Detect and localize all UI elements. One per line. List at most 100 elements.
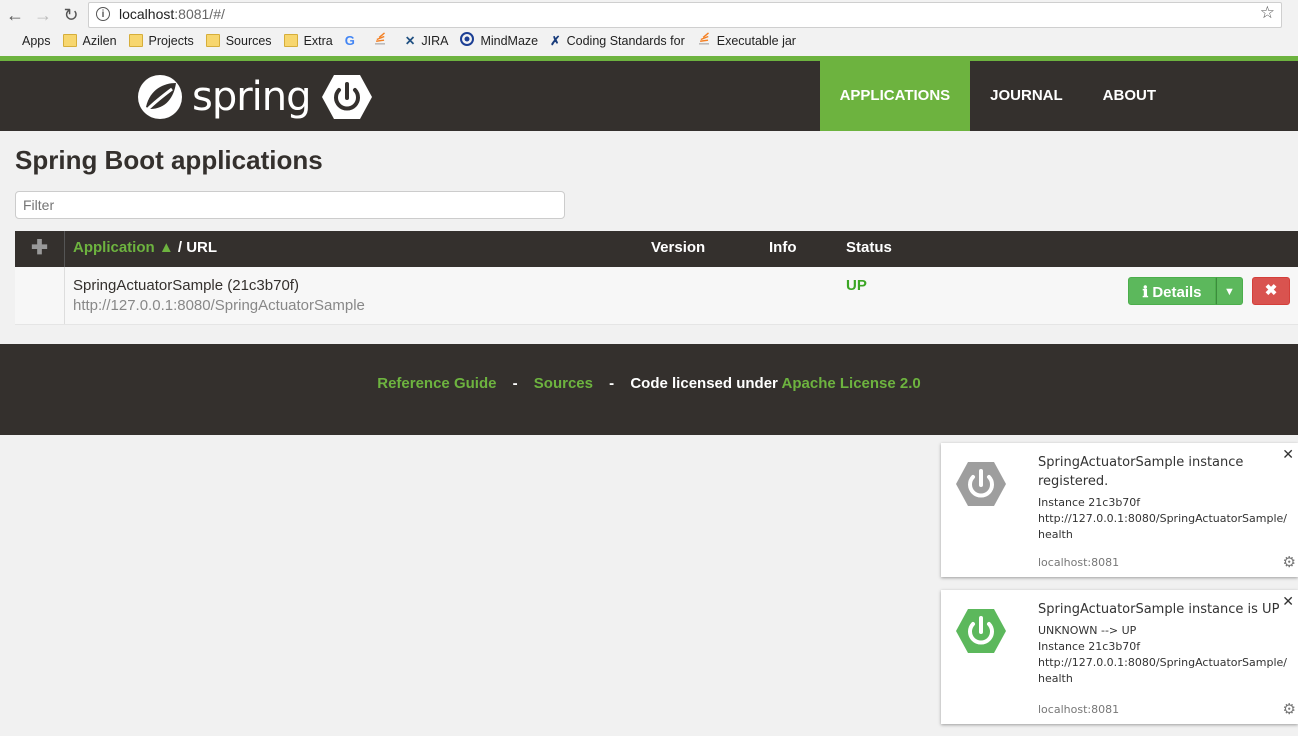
google-icon: G xyxy=(344,33,355,48)
notification-status-up[interactable]: SpringActuatorSample instance is UP UNKN… xyxy=(941,590,1298,724)
bookmark-label: Coding Standards for xyxy=(566,33,685,48)
notification-title: SpringActuatorSample instance is UP xyxy=(1038,602,1280,617)
spring-logo[interactable]: spring xyxy=(136,73,312,121)
spring-boot-power-icon xyxy=(956,608,1006,658)
header-url: / URL xyxy=(173,239,218,256)
reload-icon[interactable]: ↻ xyxy=(60,4,82,26)
details-label: Details xyxy=(1152,284,1202,301)
bookmark-sources[interactable]: Sources xyxy=(205,33,272,48)
applications-table: ✚ Application ▲ / URL Version Info Statu… xyxy=(15,231,1298,325)
table-row[interactable]: SpringActuatorSample (21c3b70f) http://1… xyxy=(15,267,1298,325)
header-application-url[interactable]: Application ▲ / URL xyxy=(73,231,217,265)
bookmark-label: Apps xyxy=(22,33,51,48)
notification-source: localhost:8081 xyxy=(1038,703,1120,716)
bookmark-label: JIRA xyxy=(421,33,449,48)
header-application-sort[interactable]: Application ▲ xyxy=(73,239,174,256)
nav-about[interactable]: ABOUT xyxy=(1083,61,1176,131)
bookmark-executable-jar[interactable]: Executable jar xyxy=(697,32,796,49)
bookmarks-bar: Apps Azilen Projects Sources Extra G ✕ J… xyxy=(4,32,808,49)
bookmark-label: Executable jar xyxy=(716,33,796,48)
bookmark-mindmaze[interactable]: MindMaze xyxy=(460,32,538,49)
apps-grid-icon xyxy=(4,35,16,47)
status-badge: UP xyxy=(846,277,867,294)
bookmark-label: Azilen xyxy=(82,33,117,48)
notification-body: UNKNOWN --> UP Instance 21c3b70f http://… xyxy=(1038,623,1288,687)
bookmark-projects[interactable]: Projects xyxy=(128,33,194,48)
browser-chrome: ← → ↻ i localhost:8081/#/ ☆ Apps Azilen … xyxy=(0,0,1298,57)
nav-journal[interactable]: JOURNAL xyxy=(970,61,1083,131)
apache-license-link[interactable]: Apache License 2.0 xyxy=(782,375,921,392)
notification-title: SpringActuatorSample instance registered… xyxy=(1038,455,1244,489)
app-url[interactable]: http://127.0.0.1:8080/SpringActuatorSamp… xyxy=(73,297,365,314)
license-text: Code licensed under xyxy=(630,375,778,392)
nav-applications[interactable]: APPLICATIONS xyxy=(819,61,971,131)
address-bar[interactable]: i localhost:8081/#/ ☆ xyxy=(88,2,1282,28)
bookmark-label: Sources xyxy=(225,33,272,48)
spring-boot-power-icon xyxy=(322,74,372,125)
mindmaze-icon xyxy=(460,32,475,49)
close-icon[interactable]: ✕ xyxy=(1282,594,1294,610)
bookmark-apps[interactable]: Apps xyxy=(4,34,51,48)
coding-standards-icon: ✗ xyxy=(550,34,561,48)
bookmark-google[interactable]: G xyxy=(345,33,361,48)
reference-guide-link[interactable]: Reference Guide xyxy=(377,375,496,392)
bookmark-azilen[interactable]: Azilen xyxy=(62,33,117,48)
table-header: ✚ Application ▲ / URL Version Info Statu… xyxy=(15,231,1298,267)
gear-icon[interactable]: ⚙ xyxy=(1283,553,1296,571)
stackoverflow-icon xyxy=(373,32,387,49)
notification-line: http://127.0.0.1:8080/SpringActuatorSamp… xyxy=(1038,512,1288,525)
header-status: Status xyxy=(846,239,892,256)
notification-line: http://127.0.0.1:8080/SpringActuatorSamp… xyxy=(1038,656,1288,669)
footer-separator: - xyxy=(512,375,518,392)
url-host: localhost xyxy=(119,6,175,22)
page-title: Spring Boot applications xyxy=(15,145,323,175)
bookmark-stackoverflow[interactable] xyxy=(373,32,393,49)
filter-input[interactable] xyxy=(15,191,565,219)
folder-icon xyxy=(128,34,143,47)
row-expand-gutter[interactable] xyxy=(15,267,65,324)
top-navbar: spring APPLICATIONS JOURNAL ABOUT xyxy=(0,56,1298,131)
jira-icon: ✕ xyxy=(404,34,416,48)
gear-icon[interactable]: ⚙ xyxy=(1283,700,1296,718)
bookmark-label: Extra xyxy=(303,33,333,48)
sources-link[interactable]: Sources xyxy=(534,375,593,392)
bookmark-coding-standards[interactable]: ✗ Coding Standards for xyxy=(550,33,685,49)
notification-registered[interactable]: SpringActuatorSample instance registered… xyxy=(941,443,1298,577)
remove-button[interactable]: ✖ xyxy=(1252,277,1290,305)
notification-line: health xyxy=(1038,528,1073,541)
info-icon: ℹ xyxy=(1142,283,1149,301)
logo-text: spring xyxy=(192,74,312,120)
main-menu: APPLICATIONS JOURNAL ABOUT xyxy=(819,61,1176,131)
stackoverflow-icon xyxy=(697,32,711,49)
notification-body: Instance 21c3b70f http://127.0.0.1:8080/… xyxy=(1038,495,1288,543)
notification-line: UNKNOWN --> UP xyxy=(1038,624,1137,637)
bookmark-star-icon[interactable]: ☆ xyxy=(1260,3,1275,23)
spring-leaf-icon xyxy=(138,75,182,119)
header-version: Version xyxy=(651,239,706,256)
header-info: Info xyxy=(769,239,797,256)
bookmark-label: MindMaze xyxy=(480,33,539,48)
url-path: :8081/#/ xyxy=(174,6,225,22)
bookmark-extra[interactable]: Extra xyxy=(283,33,333,48)
caret-down-icon: ▼ xyxy=(1224,286,1235,298)
browser-nav-buttons: ← → ↻ xyxy=(4,4,82,26)
back-arrow-icon[interactable]: ← xyxy=(4,4,26,26)
bookmark-jira[interactable]: ✕ JIRA xyxy=(404,33,449,49)
forward-arrow-icon[interactable]: → xyxy=(32,4,54,26)
footer-separator: - xyxy=(609,375,615,392)
notification-line: Instance 21c3b70f xyxy=(1038,496,1141,509)
expand-all-plus-icon[interactable]: ✚ xyxy=(15,231,65,267)
info-icon[interactable]: i xyxy=(96,7,110,21)
details-dropdown-toggle[interactable]: ▼ xyxy=(1216,277,1243,305)
notification-source: localhost:8081 xyxy=(1038,556,1120,569)
close-icon: ✖ xyxy=(1264,282,1278,299)
notification-line: Instance 21c3b70f xyxy=(1038,640,1141,653)
details-button[interactable]: ℹ Details xyxy=(1128,277,1216,305)
notification-line: health xyxy=(1038,672,1073,685)
spring-boot-power-icon xyxy=(956,461,1006,511)
close-icon[interactable]: ✕ xyxy=(1282,447,1294,463)
address-url[interactable]: localhost:8081/#/ xyxy=(119,6,225,22)
bookmark-label: Projects xyxy=(148,33,194,48)
app-name: SpringActuatorSample (21c3b70f) xyxy=(73,277,299,294)
folder-icon xyxy=(283,34,298,47)
